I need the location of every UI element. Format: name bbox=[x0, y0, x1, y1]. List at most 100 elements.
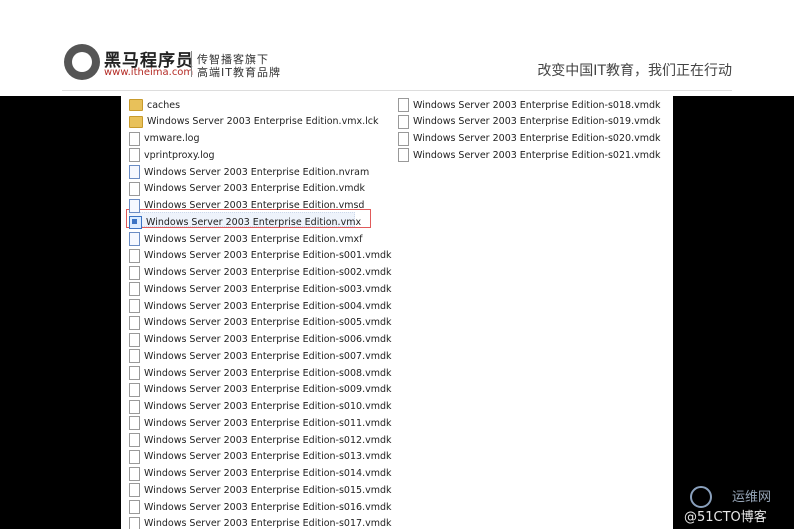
doc-icon bbox=[129, 232, 140, 246]
file-item[interactable]: Windows Server 2003 Enterprise Edition-s… bbox=[129, 332, 392, 348]
file-icon bbox=[129, 416, 140, 431]
header-divider bbox=[62, 90, 732, 91]
file-item[interactable]: Windows Server 2003 Enterprise Edition.v… bbox=[129, 181, 365, 197]
file-item[interactable]: Windows Server 2003 Enterprise Edition-s… bbox=[129, 365, 392, 381]
watermark: 运维网 @51CTO博客 bbox=[684, 484, 794, 529]
file-item[interactable]: Windows Server 2003 Enterprise Edition-s… bbox=[129, 466, 392, 482]
file-name: Windows Server 2003 Enterprise Edition-s… bbox=[144, 350, 392, 362]
file-name: Windows Server 2003 Enterprise Edition-s… bbox=[144, 317, 392, 329]
file-name: Windows Server 2003 Enterprise Edition-s… bbox=[144, 250, 392, 262]
file-name: Windows Server 2003 Enterprise Edition-s… bbox=[144, 451, 392, 463]
file-icon bbox=[129, 299, 140, 313]
file-name: Windows Server 2003 Enterprise Edition-s… bbox=[144, 384, 392, 396]
file-name: Windows Server 2003 Enterprise Edition-s… bbox=[413, 133, 661, 144]
file-name: vmware.log bbox=[144, 133, 200, 144]
file-name: Windows Server 2003 Enterprise Edition-s… bbox=[413, 99, 661, 111]
file-icon bbox=[129, 131, 140, 146]
file-name: Windows Server 2003 Enterprise Edition-s… bbox=[144, 283, 392, 295]
folder-icon bbox=[129, 115, 143, 128]
file-item[interactable]: Windows Server 2003 Enterprise Edition-s… bbox=[398, 147, 661, 163]
file-icon bbox=[129, 500, 140, 514]
file-item[interactable]: Windows Server 2003 Enterprise Edition-s… bbox=[129, 265, 392, 281]
file-item[interactable]: Windows Server 2003 Enterprise Edition-s… bbox=[129, 298, 392, 314]
file-list-view[interactable]: caches Windows Server 2003 Enterprise Edi… bbox=[121, 96, 673, 529]
file-icon bbox=[398, 131, 409, 146]
file-name: Windows Server 2003 Enterprise Edition-s… bbox=[144, 300, 392, 312]
file-name: vprintproxy.log bbox=[144, 149, 215, 161]
file-item[interactable]: Windows Server 2003 Enterprise Edition-s… bbox=[129, 482, 392, 498]
file-icon bbox=[129, 433, 140, 447]
file-icon bbox=[129, 181, 140, 196]
doc-icon bbox=[129, 198, 140, 213]
file-name: Windows Server 2003 Enterprise Edition.v… bbox=[147, 116, 379, 128]
file-item[interactable]: Windows Server 2003 Enterprise Edition-s… bbox=[398, 114, 661, 130]
file-item[interactable]: Windows Server 2003 Enterprise Edition.v… bbox=[129, 214, 361, 230]
file-item[interactable]: Windows Server 2003 Enterprise Edition-s… bbox=[398, 97, 661, 113]
file-icon bbox=[129, 282, 140, 297]
file-icon bbox=[129, 483, 140, 498]
file-name: Windows Server 2003 Enterprise Edition.v… bbox=[144, 200, 365, 211]
file-item[interactable]: vprintproxy.log bbox=[129, 147, 215, 163]
watermark-bottom: @51CTO博客 bbox=[684, 510, 767, 525]
file-item[interactable]: Windows Server 2003 Enterprise Edition-s… bbox=[129, 499, 392, 515]
file-item[interactable]: Windows Server 2003 Enterprise Edition-s… bbox=[129, 399, 392, 415]
doc-icon bbox=[129, 165, 140, 179]
file-icon bbox=[398, 148, 409, 163]
file-icon bbox=[129, 248, 140, 263]
file-item[interactable]: Windows Server 2003 Enterprise Edition-s… bbox=[129, 432, 392, 448]
file-item[interactable]: Windows Server 2003 Enterprise Edition-s… bbox=[129, 516, 392, 529]
file-name: Windows Server 2003 Enterprise Edition-s… bbox=[144, 518, 392, 529]
vm-icon bbox=[129, 215, 142, 229]
file-name: Windows Server 2003 Enterprise Edition.n… bbox=[144, 166, 370, 178]
file-icon bbox=[129, 382, 140, 397]
itheima-logo-icon bbox=[64, 44, 100, 80]
file-item[interactable]: Windows Server 2003 Enterprise Edition.n… bbox=[129, 164, 369, 180]
file-item[interactable]: Windows Server 2003 Enterprise Edition-s… bbox=[129, 449, 392, 465]
file-icon bbox=[129, 349, 140, 364]
file-name: Windows Server 2003 Enterprise Edition-s… bbox=[144, 417, 392, 429]
file-item[interactable]: Windows Server 2003 Enterprise Edition-s… bbox=[129, 281, 392, 297]
file-name: Windows Server 2003 Enterprise Edition-s… bbox=[144, 468, 392, 479]
file-item[interactable]: Windows Server 2003 Enterprise Edition-s… bbox=[129, 348, 392, 364]
file-icon bbox=[129, 399, 140, 414]
file-icon bbox=[129, 516, 140, 529]
file-item[interactable]: vmware.log bbox=[129, 131, 200, 147]
file-icon bbox=[398, 98, 409, 112]
file-name: Windows Server 2003 Enterprise Edition.v… bbox=[144, 233, 363, 245]
file-name: Windows Server 2003 Enterprise Edition-s… bbox=[413, 116, 661, 128]
folder-icon bbox=[129, 99, 143, 111]
watermark-logo-icon bbox=[690, 486, 712, 508]
file-icon bbox=[129, 366, 140, 380]
page-header: 黑马程序员 www.itheima.com 传智播客旗下 高端IT教育品牌 改变… bbox=[0, 0, 794, 96]
file-name: Windows Server 2003 Enterprise Edition-s… bbox=[144, 484, 392, 496]
file-name: Windows Server 2003 Enterprise Edition.v… bbox=[146, 216, 362, 228]
brand-url: www.itheima.com bbox=[104, 67, 194, 78]
file-icon bbox=[129, 332, 140, 347]
file-item[interactable]: Windows Server 2003 Enterprise Edition-s… bbox=[129, 315, 392, 331]
file-item[interactable]: Windows Server 2003 Enterprise Edition-s… bbox=[129, 248, 392, 264]
logo-divider bbox=[191, 51, 192, 77]
file-item[interactable]: Windows Server 2003 Enterprise Edition-s… bbox=[398, 131, 661, 147]
file-icon bbox=[129, 148, 140, 163]
file-icon bbox=[129, 315, 140, 330]
file-name: Windows Server 2003 Enterprise Edition-s… bbox=[144, 501, 392, 513]
brand-subtitle-2: 高端IT教育品牌 bbox=[197, 66, 281, 79]
file-icon bbox=[129, 449, 140, 464]
file-icon bbox=[129, 466, 140, 481]
file-name: Windows Server 2003 Enterprise Edition.v… bbox=[144, 183, 365, 195]
file-item[interactable]: Windows Server 2003 Enterprise Edition.v… bbox=[129, 198, 364, 214]
file-item[interactable]: Windows Server 2003 Enterprise Edition-s… bbox=[129, 415, 392, 431]
file-name: Windows Server 2003 Enterprise Edition-s… bbox=[144, 367, 392, 379]
file-item[interactable]: caches bbox=[129, 97, 180, 113]
file-name: Windows Server 2003 Enterprise Edition-s… bbox=[144, 434, 392, 446]
file-name: Windows Server 2003 Enterprise Edition-s… bbox=[144, 334, 392, 345]
file-item[interactable]: Windows Server 2003 Enterprise Edition.v… bbox=[129, 231, 362, 247]
file-icon bbox=[129, 265, 140, 280]
file-item[interactable]: Windows Server 2003 Enterprise Edition.v… bbox=[129, 114, 378, 130]
file-name: Windows Server 2003 Enterprise Edition-s… bbox=[144, 267, 392, 278]
file-name: Windows Server 2003 Enterprise Edition-s… bbox=[413, 149, 661, 161]
file-item[interactable]: Windows Server 2003 Enterprise Edition-s… bbox=[129, 382, 392, 398]
file-name: Windows Server 2003 Enterprise Edition-s… bbox=[144, 401, 392, 412]
file-name: caches bbox=[147, 99, 181, 111]
slogan: 改变中国IT教育，我们正在行动 bbox=[537, 63, 732, 79]
